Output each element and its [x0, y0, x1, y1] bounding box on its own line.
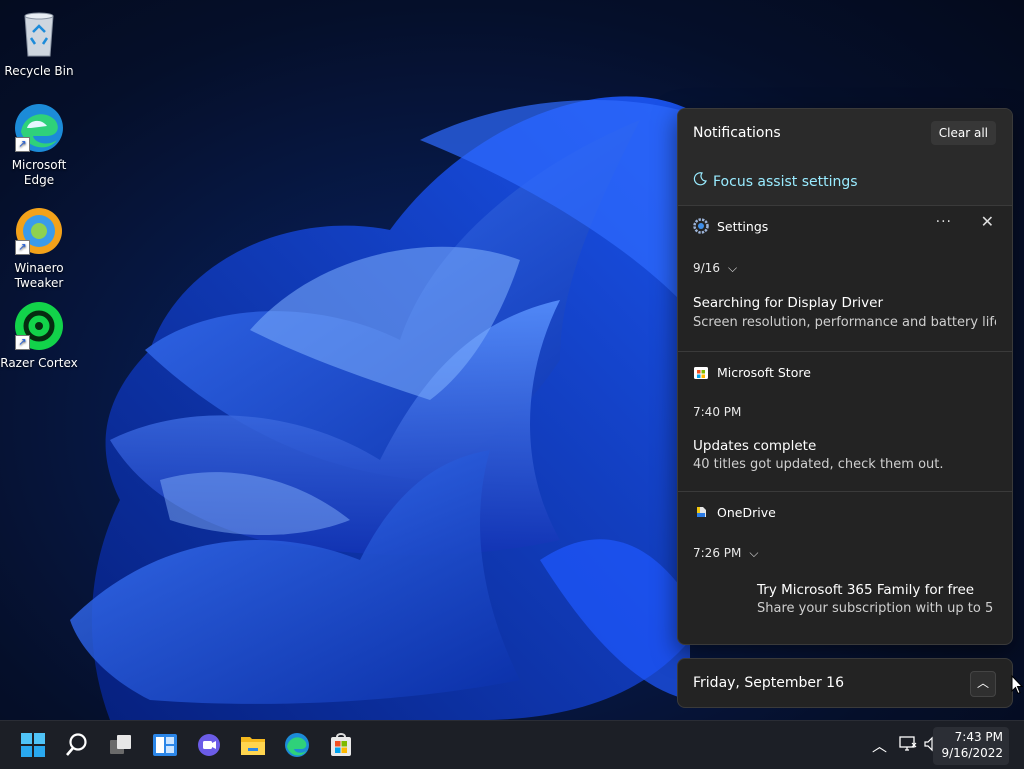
notification-app-row: Microsoft Store	[693, 364, 811, 380]
taskbar: ︿ 7:43 PM 9/16/2022	[0, 720, 1024, 769]
file-explorer-icon[interactable]	[239, 731, 267, 759]
chevron-down-icon: ⌵	[749, 546, 759, 560]
notification-body: Share your subscription with up to 5 pe	[757, 601, 996, 616]
more-options-button[interactable]: ···	[936, 214, 952, 230]
edge-icon: ↗	[13, 102, 65, 154]
start-icon[interactable]	[19, 731, 47, 759]
microsoft-store-icon[interactable]	[327, 731, 355, 759]
microsoft-store-icon	[693, 364, 709, 380]
notification-app-name: Microsoft Store	[717, 364, 811, 380]
notification-body: Screen resolution, performance and batte…	[693, 315, 996, 330]
notification-item[interactable]: Microsoft Store 7:40 PM Updates complete…	[678, 351, 1012, 492]
desktop-icon-label-line2: Edge	[23, 173, 55, 187]
desktop-icon-winaero-tweaker[interactable]: ↗ Winaero Tweaker	[0, 205, 78, 291]
shortcut-arrow-icon: ↗	[15, 240, 30, 255]
notification-time: 7:26 PM	[693, 546, 742, 560]
notifications-title: Notifications	[693, 125, 781, 141]
chevron-down-icon: ⌵	[727, 261, 738, 275]
taskbar-clock[interactable]: 7:43 PM 9/16/2022	[933, 727, 1009, 765]
notification-time: 7:40 PM	[693, 405, 742, 419]
widgets-icon[interactable]	[151, 731, 179, 759]
shortcut-arrow-icon: ↗	[15, 335, 30, 350]
desktop-icon-label-line2: Tweaker	[14, 276, 64, 290]
desktop-icon-microsoft-edge[interactable]: ↗ Microsoft Edge	[0, 102, 78, 188]
notification-item[interactable]: OneDrive 7:26 PM ⌵ Try Microsoft 365 Fami…	[678, 491, 1012, 644]
chevron-up-icon[interactable]: ︿	[970, 671, 996, 697]
edge-icon[interactable]	[283, 731, 311, 759]
focus-assist-label: Focus assist settings	[713, 174, 858, 190]
network-icon[interactable]	[899, 736, 917, 756]
notification-item[interactable]: Settings ··· ✕ 9/16 ⌵ Searching for Displ…	[678, 205, 1012, 352]
mouse-cursor-icon	[1011, 675, 1023, 695]
shortcut-arrow-icon: ↗	[15, 137, 30, 152]
notification-app-row: Settings	[693, 218, 768, 234]
focus-assist-settings-link[interactable]: Focus assist settings	[693, 172, 858, 190]
notification-header: Notifications Clear all Focus assist set…	[678, 109, 1012, 205]
onedrive-icon	[693, 504, 709, 520]
clock-time: 7:43 PM	[954, 730, 1003, 744]
notification-center: Notifications Clear all Focus assist set…	[677, 108, 1013, 645]
calendar-flyout-header[interactable]: Friday, September 16 ︿	[677, 658, 1013, 708]
desktop-icon-label-line1: Microsoft	[11, 158, 67, 172]
winaero-tweaker-icon: ↗	[13, 205, 65, 257]
notification-app-name: OneDrive	[717, 504, 776, 520]
clear-all-button[interactable]: Clear all	[930, 121, 996, 145]
close-icon[interactable]: ✕	[981, 212, 994, 231]
desktop-icon-label: Razer Cortex	[0, 356, 78, 370]
search-icon[interactable]	[63, 731, 91, 759]
notification-time-row[interactable]: 9/16 ⌵	[693, 261, 737, 276]
moon-icon	[693, 172, 709, 190]
desktop-icon-razer-cortex[interactable]: ↗ Razer Cortex	[0, 300, 78, 371]
desktop-icon-label: Recycle Bin	[4, 64, 74, 78]
task-view-icon[interactable]	[107, 731, 135, 759]
desktop-icon-recycle-bin[interactable]: Recycle Bin	[0, 8, 78, 79]
calendar-date: Friday, September 16	[693, 675, 844, 691]
notification-title: Try Microsoft 365 Family for free	[757, 582, 975, 598]
settings-gear-icon	[693, 218, 709, 234]
notification-app-row: OneDrive	[693, 504, 776, 520]
notification-app-name: Settings	[717, 218, 769, 234]
notification-title: Searching for Display Driver	[693, 295, 883, 311]
razer-cortex-icon: ↗	[13, 300, 65, 352]
clock-date: 9/16/2022	[941, 746, 1003, 760]
desktop-icon-label-line1: Winaero	[14, 261, 64, 275]
recycle-bin-icon	[13, 8, 65, 60]
chevron-up-icon[interactable]: ︿	[872, 735, 887, 756]
notification-time-row[interactable]: 7:26 PM ⌵	[693, 546, 758, 561]
notification-title: Updates complete	[693, 438, 817, 454]
notification-time: 9/16	[693, 261, 720, 275]
chat-icon[interactable]	[195, 731, 223, 759]
notification-body: 40 titles got updated, check them out.	[693, 457, 944, 472]
